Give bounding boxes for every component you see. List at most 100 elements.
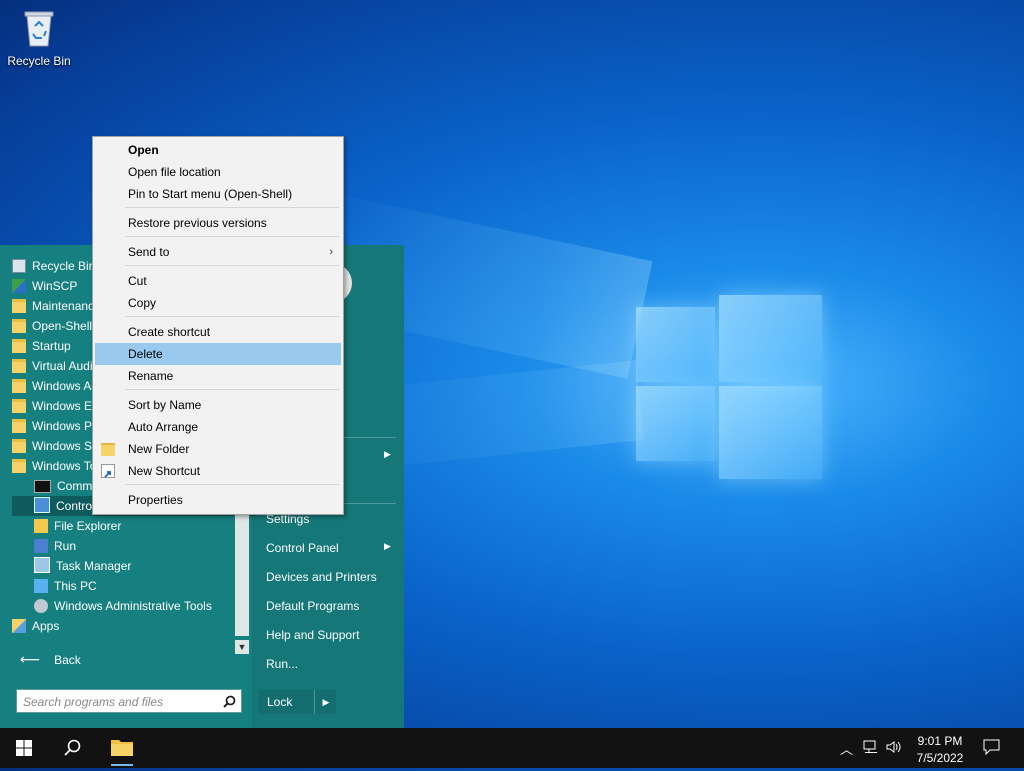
program-list-item[interactable]: This PC bbox=[34, 576, 256, 596]
back-button[interactable]: ⟵ Back bbox=[20, 651, 81, 668]
program-label: Recycle Bin bbox=[32, 259, 96, 273]
context-menu-label: Cut bbox=[128, 274, 147, 288]
folder-icon bbox=[12, 359, 26, 373]
search-icon bbox=[223, 695, 236, 708]
start-right-label: Default Programs bbox=[266, 599, 360, 613]
wallpaper-windows-logo bbox=[636, 289, 822, 479]
folder-icon bbox=[12, 399, 26, 413]
menu-separator bbox=[125, 236, 339, 237]
start-right-item[interactable]: Devices and Printers bbox=[266, 570, 377, 584]
apps-icon bbox=[12, 619, 26, 633]
context-menu-label: Open bbox=[128, 143, 159, 157]
start-right-label: Help and Support bbox=[266, 628, 360, 642]
context-menu-item[interactable]: Properties bbox=[95, 489, 341, 511]
back-arrow-icon: ⟵ bbox=[20, 651, 41, 667]
run-icon bbox=[34, 539, 48, 553]
desktop-icon-label: Recycle Bin bbox=[7, 54, 71, 68]
context-menu-item[interactable]: Open file location bbox=[95, 161, 341, 183]
command-prompt-icon bbox=[34, 480, 51, 493]
menu-separator bbox=[125, 484, 339, 485]
context-menu-item[interactable]: Copy bbox=[95, 292, 341, 314]
program-label: Windows Administrative Tools bbox=[54, 599, 212, 613]
start-right-label: Control Panel bbox=[266, 541, 339, 555]
context-menu-label: Properties bbox=[128, 493, 183, 507]
windows-start-icon[interactable] bbox=[0, 728, 48, 768]
context-menu-item[interactable]: New Shortcut bbox=[95, 460, 341, 482]
scroll-down-arrow[interactable]: ▼ bbox=[235, 640, 249, 654]
folder-icon bbox=[101, 443, 115, 456]
program-label: Task Manager bbox=[56, 559, 132, 573]
program-label: Open-Shell bbox=[32, 319, 93, 333]
context-menu-label: Auto Arrange bbox=[128, 420, 199, 434]
program-label: Startup bbox=[32, 339, 71, 353]
folder-icon bbox=[12, 319, 26, 333]
volume-icon[interactable] bbox=[886, 740, 902, 757]
lock-options-arrow[interactable]: ▶ bbox=[314, 690, 337, 714]
context-menu-label: Restore previous versions bbox=[128, 216, 267, 230]
program-label: WinSCP bbox=[32, 279, 78, 293]
chevron-up-icon[interactable]: ︿ bbox=[840, 739, 853, 758]
context-menu-item[interactable]: Send to › bbox=[95, 241, 341, 263]
context-menu-label: Delete bbox=[128, 347, 163, 361]
start-right-item[interactable]: Help and Support bbox=[266, 628, 359, 642]
start-right-item[interactable]: Run... bbox=[266, 657, 298, 671]
menu-separator bbox=[125, 389, 339, 390]
context-menu-item[interactable]: Create shortcut bbox=[95, 321, 341, 343]
network-icon[interactable] bbox=[863, 740, 879, 757]
context-menu-label: Create shortcut bbox=[128, 325, 211, 339]
program-list-item[interactable]: Task Manager bbox=[34, 556, 256, 576]
program-label: This PC bbox=[54, 579, 97, 593]
start-right-label: Devices and Printers bbox=[266, 570, 377, 584]
start-right-item[interactable]: Control Panel ▶ bbox=[266, 541, 391, 555]
folder-icon bbox=[12, 339, 26, 353]
context-menu-item[interactable]: New Folder bbox=[95, 438, 341, 460]
chevron-right-icon: › bbox=[329, 246, 333, 258]
folder-icon bbox=[12, 379, 26, 393]
folder-icon bbox=[12, 459, 26, 473]
context-menu-label: Rename bbox=[128, 369, 174, 383]
context-menu-item[interactable]: Pin to Start menu (Open-Shell) bbox=[95, 183, 341, 205]
apps-label: Apps bbox=[32, 619, 60, 633]
lock-button[interactable]: Lock ▶ bbox=[258, 690, 336, 714]
program-label: Maintenance bbox=[32, 299, 101, 313]
context-menu-label: Send to bbox=[128, 245, 170, 259]
file-explorer-icon[interactable] bbox=[98, 728, 146, 768]
context-menu-item[interactable]: Open bbox=[95, 139, 341, 161]
context-menu-label: Copy bbox=[128, 296, 157, 310]
shortcut-icon bbox=[101, 464, 115, 478]
context-menu-item[interactable]: Cut bbox=[95, 270, 341, 292]
taskbar-clock[interactable]: 9:01 PM 7/5/2022 bbox=[904, 733, 976, 767]
desktop-recycle-bin[interactable]: Recycle Bin bbox=[4, 6, 74, 68]
search-input[interactable]: Search programs and files bbox=[16, 689, 242, 713]
task-manager-icon bbox=[34, 557, 50, 573]
context-menu-item[interactable]: Auto Arrange bbox=[95, 416, 341, 438]
control-panel-icon bbox=[34, 497, 50, 513]
start-right-item[interactable]: Default Programs bbox=[266, 599, 359, 613]
context-menu-item[interactable]: Sort by Name bbox=[95, 394, 341, 416]
recycle-bin-icon bbox=[22, 6, 56, 48]
context-menu-label: Sort by Name bbox=[128, 398, 202, 412]
program-list-item[interactable]: Windows Administrative Tools bbox=[34, 596, 256, 616]
context-menu-label: New Shortcut bbox=[128, 464, 201, 478]
context-menu-item[interactable]: Restore previous versions bbox=[95, 212, 341, 234]
search-icon[interactable] bbox=[48, 728, 96, 768]
context-menu-label: Open file location bbox=[128, 165, 221, 179]
context-menu-label: New Folder bbox=[128, 442, 190, 456]
folder-icon bbox=[12, 419, 26, 433]
recycle-bin-icon bbox=[12, 259, 26, 273]
program-list-item[interactable]: File Explorer bbox=[34, 516, 256, 536]
apps-item[interactable]: Apps bbox=[12, 616, 234, 636]
notification-icon[interactable] bbox=[983, 739, 1000, 758]
context-menu-item[interactable]: Rename bbox=[95, 365, 341, 387]
this-pc-icon bbox=[34, 579, 48, 593]
context-menu-item[interactable]: Delete bbox=[95, 343, 341, 365]
start-right-label: Run... bbox=[266, 657, 299, 671]
chevron-right-icon: ▶ bbox=[384, 449, 391, 459]
winscp-icon bbox=[12, 279, 26, 293]
program-label: Virtual Audio bbox=[32, 359, 100, 373]
program-list-item[interactable]: Run bbox=[34, 536, 256, 556]
chevron-right-icon: ▶ bbox=[384, 541, 391, 551]
menu-separator bbox=[125, 207, 339, 208]
program-label: File Explorer bbox=[54, 519, 122, 533]
program-label: Run bbox=[54, 539, 77, 553]
